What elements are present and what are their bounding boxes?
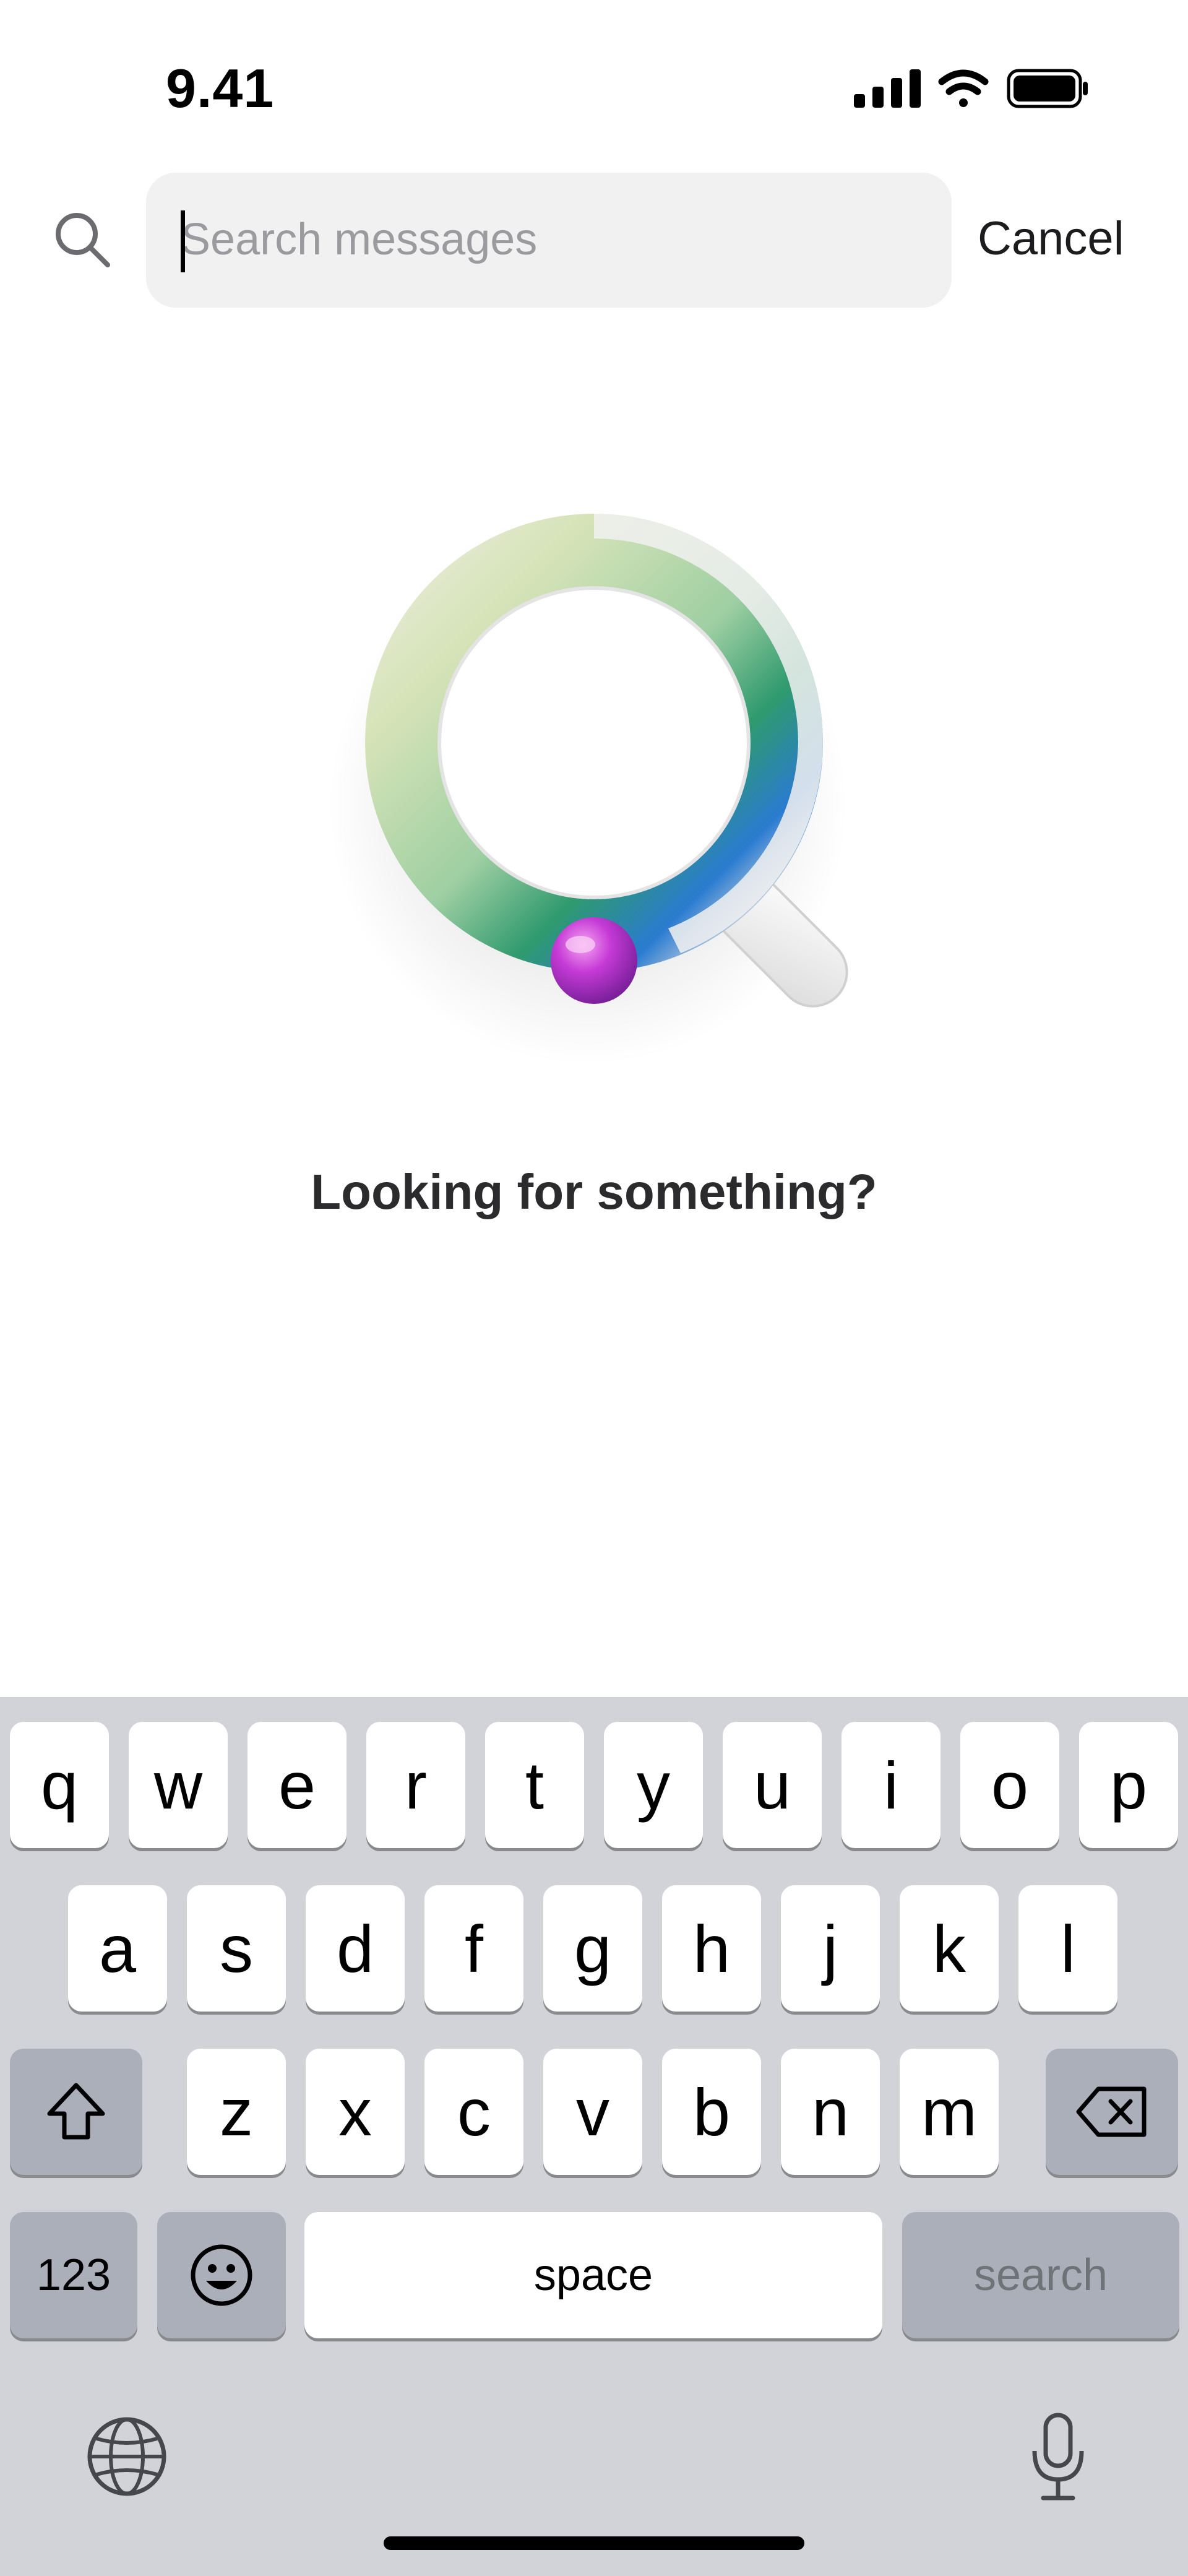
key-h[interactable]: h xyxy=(662,1885,761,2012)
text-caret xyxy=(181,210,185,272)
key-y[interactable]: y xyxy=(604,1722,703,1848)
home-indicator xyxy=(384,2536,804,2550)
space-key[interactable]: space xyxy=(304,2212,882,2338)
magnifying-glass-illustration xyxy=(328,514,848,1065)
cellular-signal-icon xyxy=(854,69,921,108)
key-q[interactable]: q xyxy=(10,1722,109,1848)
key-m[interactable]: m xyxy=(900,2049,999,2175)
shift-key[interactable] xyxy=(10,2049,142,2175)
cancel-button[interactable]: Cancel xyxy=(978,204,1163,272)
key-j[interactable]: j xyxy=(781,1885,880,2012)
key-b[interactable]: b xyxy=(662,2049,761,2175)
keyboard: q w e r t y u i o p a s d f g h j k l z … xyxy=(0,1697,1188,2576)
empty-state-title: Looking for something? xyxy=(311,1164,877,1219)
wifi-icon xyxy=(938,69,989,107)
key-s[interactable]: s xyxy=(187,1885,286,2012)
status-time: 9.41 xyxy=(166,58,275,119)
key-t[interactable]: t xyxy=(485,1722,584,1848)
key-a[interactable]: a xyxy=(68,1885,167,2012)
key-g[interactable]: g xyxy=(543,1885,642,2012)
key-v[interactable]: v xyxy=(543,2049,642,2175)
search-input[interactable] xyxy=(181,199,923,280)
emoji-icon xyxy=(191,2244,252,2306)
search-key[interactable]: search xyxy=(902,2212,1179,2338)
key-f[interactable]: f xyxy=(424,1885,523,2012)
key-d[interactable]: d xyxy=(306,1885,405,2012)
key-u[interactable]: u xyxy=(723,1722,822,1848)
emoji-key[interactable] xyxy=(157,2212,286,2338)
key-c[interactable]: c xyxy=(424,2049,523,2175)
key-e[interactable]: e xyxy=(248,1722,346,1848)
key-w[interactable]: w xyxy=(129,1722,228,1848)
backspace-icon xyxy=(1076,2086,1147,2137)
search-key-label: search xyxy=(973,2250,1108,2300)
numbers-key-label: 123 xyxy=(36,2250,111,2300)
microphone-icon[interactable] xyxy=(1027,2410,1089,2503)
search-icon[interactable] xyxy=(52,209,114,271)
globe-icon[interactable] xyxy=(85,2415,168,2498)
battery-icon xyxy=(1007,69,1088,108)
key-l[interactable]: l xyxy=(1018,1885,1117,2012)
backspace-key[interactable] xyxy=(1046,2049,1178,2175)
key-k[interactable]: k xyxy=(900,1885,999,2012)
key-n[interactable]: n xyxy=(781,2049,880,2175)
key-p[interactable]: p xyxy=(1079,1722,1178,1848)
shift-icon xyxy=(47,2083,105,2140)
key-o[interactable]: o xyxy=(960,1722,1059,1848)
key-z[interactable]: z xyxy=(187,2049,286,2175)
status-icons xyxy=(854,69,1088,108)
key-i[interactable]: i xyxy=(842,1722,940,1848)
key-r[interactable]: r xyxy=(366,1722,465,1848)
key-x[interactable]: x xyxy=(306,2049,405,2175)
space-key-label: space xyxy=(533,2250,653,2300)
numbers-key[interactable]: 123 xyxy=(10,2212,137,2338)
